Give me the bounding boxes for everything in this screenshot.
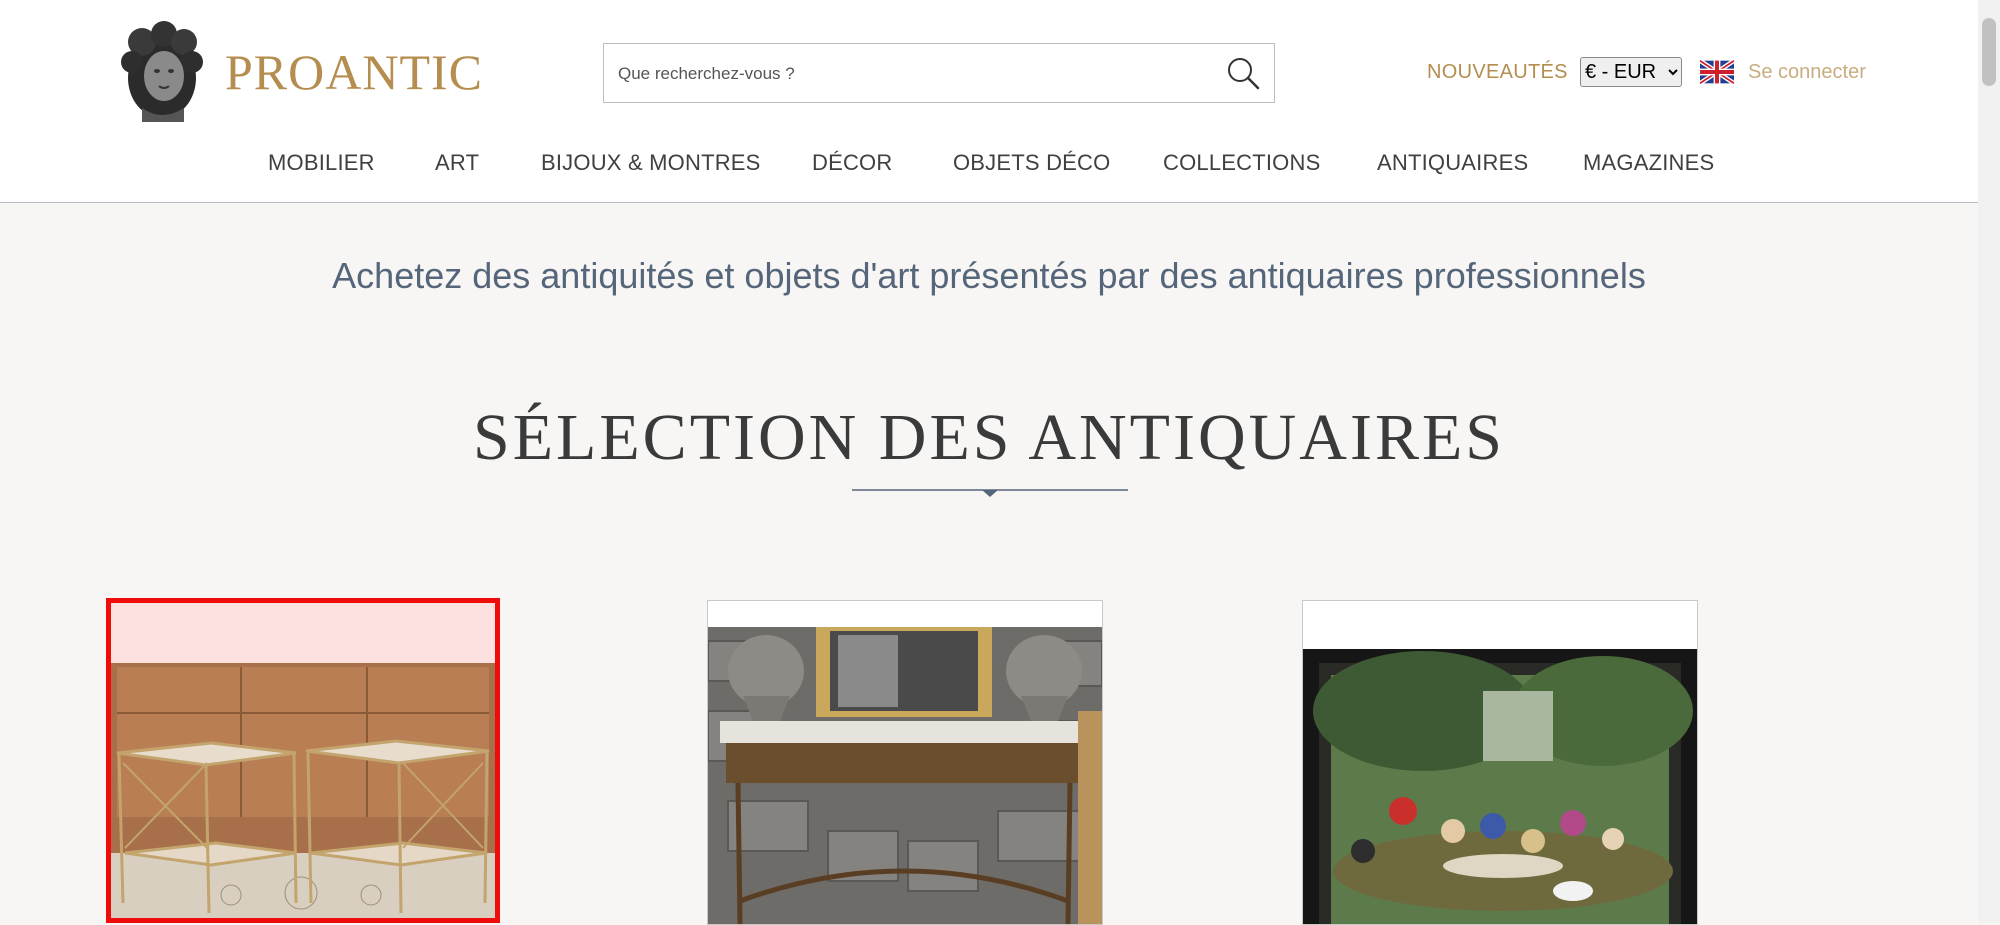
nav-item-objets-deco[interactable]: OBJETS DÉCO bbox=[953, 150, 1110, 176]
scrollbar-thumb[interactable] bbox=[1982, 18, 1996, 86]
product-image-side-tables[interactable] bbox=[111, 603, 495, 918]
search-box bbox=[603, 43, 1275, 104]
nav-item-magazines[interactable]: MAGAZINES bbox=[1583, 150, 1714, 176]
title-divider bbox=[852, 489, 1128, 497]
currency-select[interactable]: € - EUR bbox=[1580, 57, 1682, 87]
nav-item-art[interactable]: ART bbox=[435, 150, 479, 176]
product-card-console[interactable] bbox=[707, 600, 1103, 925]
uk-flag-icon[interactable] bbox=[1700, 60, 1734, 84]
search-icon[interactable] bbox=[1224, 54, 1262, 92]
product-image-console[interactable] bbox=[708, 601, 1102, 924]
nouveautes-link[interactable]: NOUVEAUTÉS bbox=[1427, 61, 1568, 84]
search-input[interactable] bbox=[616, 44, 1200, 104]
product-image-painting[interactable] bbox=[1303, 601, 1697, 924]
nav-item-antiquaires[interactable]: ANTIQUAIRES bbox=[1377, 150, 1528, 176]
nav-item-collections[interactable]: COLLECTIONS bbox=[1163, 150, 1320, 176]
section-title: SÉLECTION DES ANTIQUAIRES bbox=[473, 401, 1505, 474]
nav-item-bijoux-montres[interactable]: BIJOUX & MONTRES bbox=[541, 150, 761, 176]
product-card-side-tables[interactable] bbox=[106, 598, 500, 923]
login-link[interactable]: Se connecter bbox=[1748, 61, 1866, 84]
nav-item-decor[interactable]: DÉCOR bbox=[812, 150, 892, 176]
site-header: PROANTIC NOUVEAUTÉS € - EUR Se connecter… bbox=[0, 0, 1978, 203]
nav-item-mobilier[interactable]: MOBILIER bbox=[268, 150, 375, 176]
brand-name[interactable]: PROANTIC bbox=[225, 43, 483, 101]
page-tagline: Achetez des antiquités et objets d'art p… bbox=[332, 255, 1646, 296]
page-scrollbar[interactable] bbox=[1978, 0, 2000, 923]
main-nav: MOBILIER ART BIJOUX & MONTRES DÉCOR OBJE… bbox=[0, 150, 1978, 180]
bust-logo[interactable] bbox=[112, 20, 210, 122]
product-card-painting[interactable] bbox=[1302, 600, 1698, 925]
